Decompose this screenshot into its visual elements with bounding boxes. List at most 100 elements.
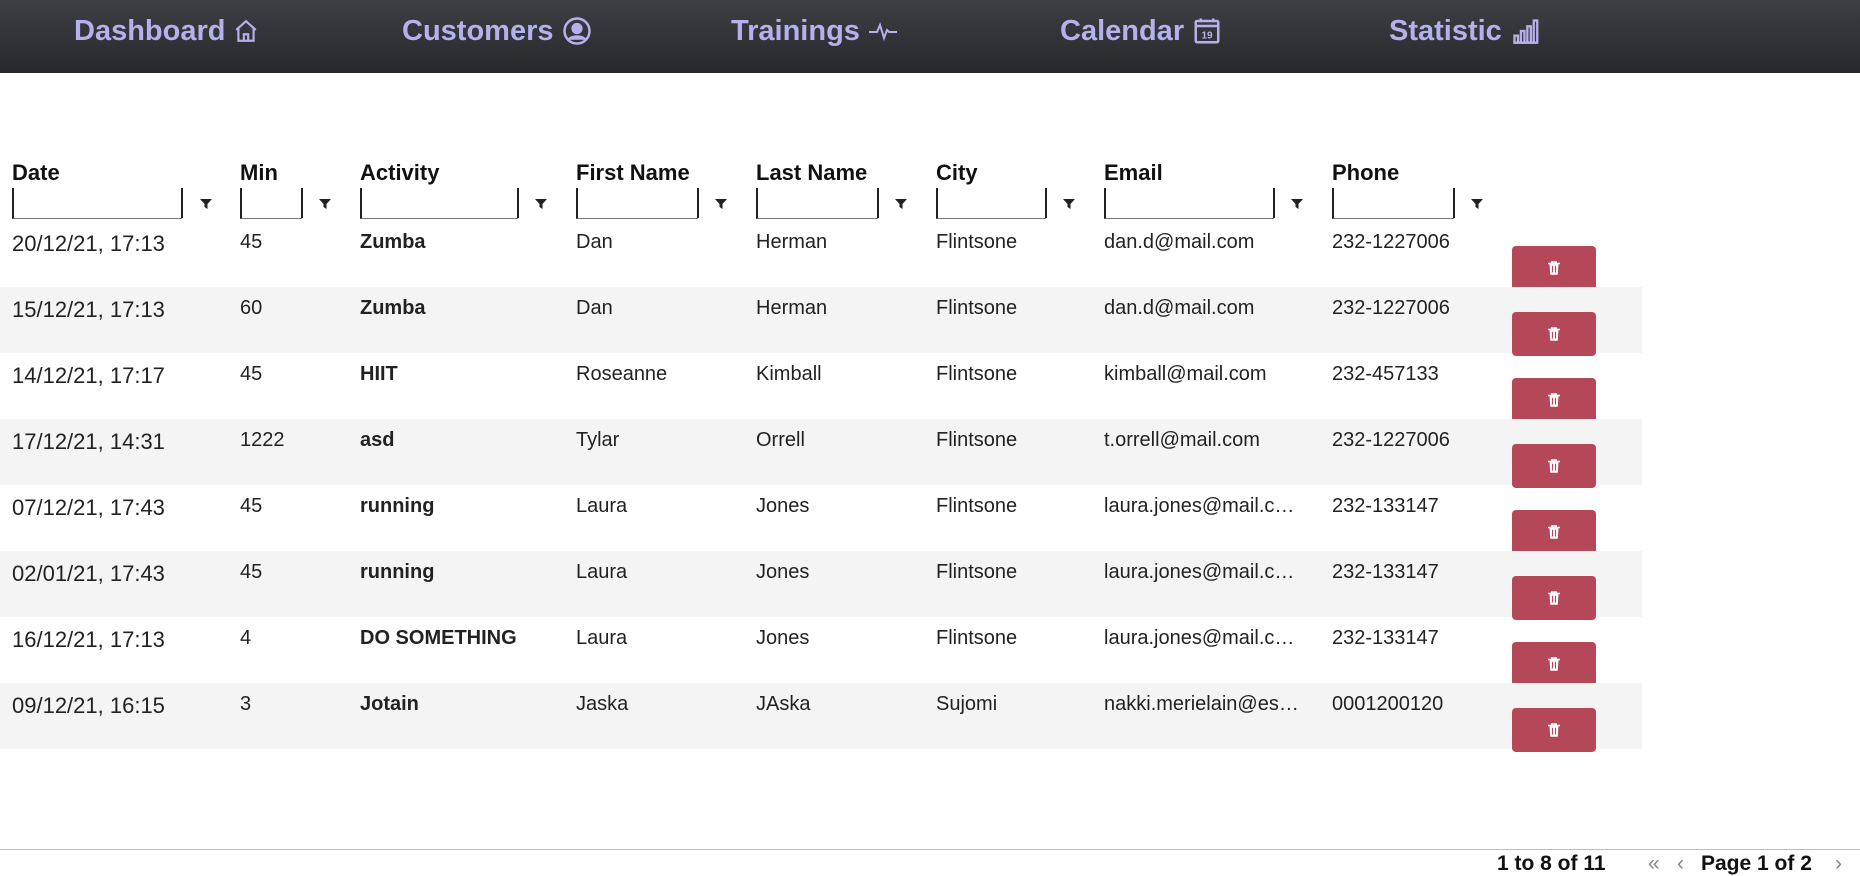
delete-button[interactable] — [1512, 444, 1596, 488]
cell-phone: 232-1227006 — [1332, 231, 1450, 253]
cell-last: Kimball — [756, 363, 822, 385]
nav-statistic[interactable]: Statistic — [1389, 0, 1540, 62]
cell-last: JAska — [756, 693, 811, 715]
user-circle-icon — [562, 16, 592, 46]
filter-icon[interactable] — [534, 198, 548, 210]
filter-input-email[interactable] — [1104, 188, 1274, 219]
cell-email: laura.jones@mail.c… — [1104, 627, 1295, 649]
filter-divider — [697, 188, 699, 218]
first-page-icon[interactable]: « — [1648, 852, 1660, 876]
cell-first: Roseanne — [576, 363, 668, 385]
home-icon — [233, 18, 259, 44]
delete-button[interactable] — [1512, 642, 1596, 686]
table-row: 17/12/21, 14:31 1222 asd Tylar Orrell Flintso… — [0, 419, 1642, 488]
filter-input-last-name[interactable] — [756, 188, 878, 219]
prev-page-icon[interactable]: ‹ — [1677, 852, 1684, 876]
delete-button[interactable] — [1512, 312, 1596, 356]
cell-min: 45 — [240, 561, 263, 583]
delete-button[interactable] — [1512, 576, 1596, 620]
svg-text:19: 19 — [1202, 31, 1214, 42]
cell-date: 15/12/21, 17:13 — [12, 297, 165, 322]
cell-last: Herman — [756, 231, 828, 253]
next-page-icon[interactable]: › — [1835, 852, 1842, 876]
filter-icon[interactable] — [318, 198, 332, 210]
nav-customers[interactable]: Customers — [402, 0, 592, 62]
cell-email: dan.d@mail.com — [1104, 297, 1255, 319]
cell-email: t.orrell@mail.com — [1104, 429, 1260, 451]
cell-city: Flintsone — [936, 363, 1018, 385]
filter-divider — [1453, 188, 1455, 218]
cell-date: 02/01/21, 17:43 — [12, 561, 165, 586]
cell-min: 45 — [240, 495, 263, 517]
trash-icon — [1545, 523, 1563, 541]
delete-button[interactable] — [1512, 378, 1596, 422]
cell-min: 60 — [240, 297, 263, 319]
cell-min: 4 — [240, 627, 252, 649]
filter-icon[interactable] — [1470, 198, 1484, 210]
cell-phone: 232-1227006 — [1332, 429, 1450, 451]
table-row: 09/12/21, 16:15 3 Jotain Jaska JAska Sujomi na… — [0, 683, 1642, 752]
header-first-name[interactable]: First Name — [576, 160, 690, 186]
nav-calendar[interactable]: Calendar 19 — [1060, 0, 1222, 62]
filter-icon[interactable] — [199, 198, 213, 210]
delete-button[interactable] — [1512, 510, 1596, 554]
cell-first: Tylar — [576, 429, 620, 451]
filter-icon[interactable] — [1290, 198, 1304, 210]
cell-date: 14/12/21, 17:17 — [12, 363, 165, 388]
trash-icon — [1545, 589, 1563, 607]
header-activity[interactable]: Activity — [360, 160, 439, 186]
cell-activity: asd — [360, 429, 395, 451]
trash-icon — [1545, 259, 1563, 277]
pagination-summary: 1 to 8 of 11 — [1497, 852, 1606, 875]
filter-icon[interactable] — [714, 198, 728, 210]
cell-min: 45 — [240, 363, 263, 385]
filter-icon[interactable] — [1062, 198, 1076, 210]
cell-first: Laura — [576, 495, 628, 517]
cell-city: Flintsone — [936, 561, 1018, 583]
filter-icon[interactable] — [894, 198, 908, 210]
cell-date: 09/12/21, 16:15 — [12, 693, 165, 718]
cell-activity: DO SOMETHING — [360, 627, 517, 649]
cell-email: nakki.merielain@es… — [1104, 693, 1299, 715]
table-row: 07/12/21, 17:43 45 running Laura Jones Flints… — [0, 485, 1642, 554]
cell-city: Flintsone — [936, 231, 1018, 253]
bar-chart-icon — [1510, 17, 1540, 45]
header-email[interactable]: Email — [1104, 160, 1163, 186]
cell-date: 20/12/21, 17:13 — [12, 231, 165, 256]
header-city[interactable]: City — [936, 160, 978, 186]
filter-input-city[interactable] — [936, 188, 1046, 219]
cell-phone: 232-133147 — [1332, 495, 1439, 517]
cell-city: Flintsone — [936, 495, 1018, 517]
filter-input-activity[interactable] — [360, 188, 518, 219]
filter-divider — [517, 188, 519, 218]
nav-dashboard[interactable]: Dashboard — [74, 0, 259, 62]
filter-input-min[interactable] — [240, 188, 302, 219]
pagination-page-label: Page 1 of 2 — [1701, 852, 1812, 875]
delete-button[interactable] — [1512, 708, 1596, 752]
delete-button[interactable] — [1512, 246, 1596, 290]
filter-divider — [1273, 188, 1275, 218]
table-row: 16/12/21, 17:13 4 DO SOMETHING Laura Jones Fl… — [0, 617, 1642, 686]
trash-icon — [1545, 457, 1563, 475]
nav-calendar-label: Calendar — [1060, 14, 1185, 47]
filter-input-first-name[interactable] — [576, 188, 698, 219]
header-phone[interactable]: Phone — [1332, 160, 1399, 186]
cell-phone: 0001200120 — [1332, 693, 1444, 715]
header-date[interactable]: Date — [12, 160, 60, 186]
cell-activity: Zumba — [360, 297, 426, 319]
table-row: 20/12/21, 17:13 45 Zumba Dan Herman Flintsone… — [0, 221, 1642, 290]
cell-phone: 232-1227006 — [1332, 297, 1450, 319]
filter-input-date[interactable] — [12, 188, 182, 219]
activity-icon — [868, 18, 898, 44]
cell-activity: HIIT — [360, 363, 398, 385]
filter-input-phone[interactable] — [1332, 188, 1454, 219]
cell-city: Flintsone — [936, 627, 1018, 649]
cell-last: Jones — [756, 561, 810, 583]
cell-last: Jones — [756, 627, 810, 649]
nav-trainings[interactable]: Trainings — [731, 0, 898, 62]
header-last-name[interactable]: Last Name — [756, 160, 867, 186]
footer-divider — [0, 849, 1860, 850]
nav-trainings-label: Trainings — [731, 14, 860, 47]
cell-phone: 232-133147 — [1332, 561, 1439, 583]
header-min[interactable]: Min — [240, 160, 278, 186]
